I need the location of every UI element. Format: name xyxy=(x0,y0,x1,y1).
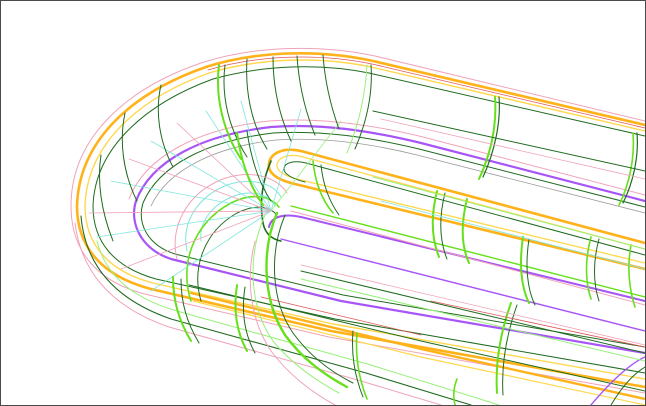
fan-line xyxy=(150,140,272,212)
wireframe-canvas[interactable] xyxy=(1,1,645,405)
island-rib xyxy=(461,198,470,264)
island-top-yellow xyxy=(276,154,645,264)
rib xyxy=(272,56,292,142)
rib xyxy=(354,64,372,150)
inner-island-group xyxy=(260,148,645,332)
3d-viewport[interactable] xyxy=(0,0,646,406)
lower-rib xyxy=(234,284,248,352)
lower-rib xyxy=(242,286,256,354)
right-channel-line xyxy=(430,300,645,348)
fan-line xyxy=(270,108,302,212)
rib xyxy=(216,64,242,160)
outer-ribs-group xyxy=(99,54,638,242)
rib xyxy=(296,55,316,136)
rib xyxy=(322,54,340,130)
rib xyxy=(346,64,368,154)
right-channel-line xyxy=(380,200,645,270)
fan-line xyxy=(88,210,272,214)
island-rib xyxy=(440,192,448,260)
fan-line xyxy=(96,210,272,238)
island-rib xyxy=(431,190,440,258)
fan-line xyxy=(270,120,342,212)
